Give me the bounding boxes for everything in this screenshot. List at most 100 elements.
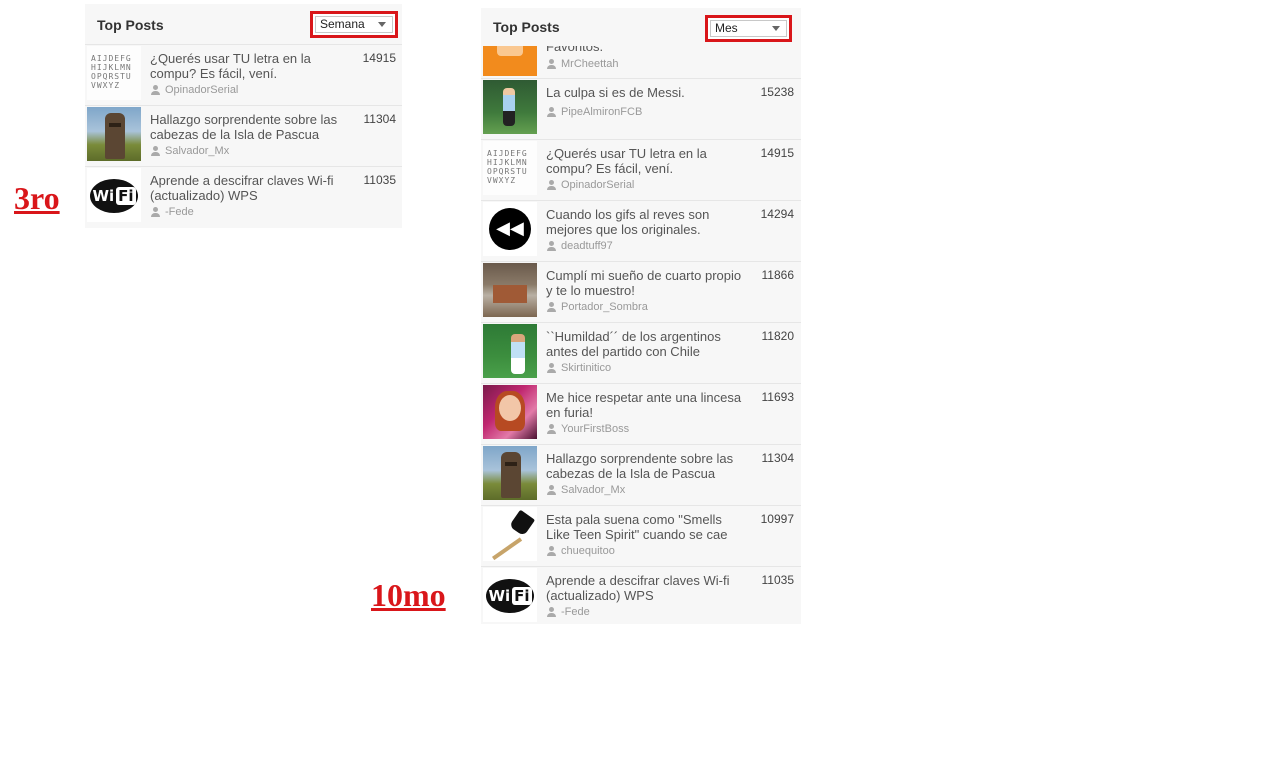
post-title[interactable]: ¿Querés usar TU letra en la compu? Es fá… bbox=[150, 51, 350, 81]
post-author[interactable]: MrCheettah bbox=[546, 58, 618, 70]
list-item[interactable]: ``Humildad´´ de los argentinos antes del… bbox=[481, 322, 801, 383]
period-select[interactable]: Mes bbox=[710, 20, 787, 37]
user-icon bbox=[151, 207, 160, 217]
thumbnail-image[interactable] bbox=[483, 263, 537, 317]
panel-title: Top Posts bbox=[493, 19, 560, 35]
post-title[interactable]: Hallazgo sorprendente sobre las cabezas … bbox=[546, 451, 746, 481]
post-author[interactable]: OpinadorSerial bbox=[150, 84, 238, 96]
period-select[interactable]: Semana bbox=[315, 16, 393, 33]
author-name: -Fede bbox=[561, 606, 590, 618]
post-score: 15238 bbox=[760, 85, 794, 99]
post-author[interactable]: YourFirstBoss bbox=[546, 423, 629, 435]
thumbnail-image[interactable] bbox=[483, 46, 537, 76]
thumbnail-image[interactable]: Wi Fi bbox=[87, 168, 141, 222]
post-score: 11820 bbox=[761, 329, 794, 343]
thumbnail-image[interactable] bbox=[87, 107, 141, 161]
rank-label-right: 10mo bbox=[371, 577, 446, 613]
period-select-value: Mes bbox=[715, 21, 738, 35]
user-icon bbox=[547, 424, 556, 434]
list-item[interactable]: La culpa si es de Messi. PipeAlmironFCB … bbox=[481, 78, 801, 139]
list-item[interactable]: Wi Fi Aprende a descifrar claves Wi-fi (a… bbox=[481, 566, 801, 624]
user-icon bbox=[547, 363, 556, 373]
post-author[interactable]: Portador_Sombra bbox=[546, 301, 648, 313]
post-author[interactable]: chuequitoo bbox=[546, 545, 615, 557]
post-title[interactable]: ¿Querés usar TU letra en la compu? Es fá… bbox=[546, 146, 746, 176]
post-score: 14915 bbox=[760, 146, 794, 160]
post-title[interactable]: Aprende a descifrar claves Wi-fi (actual… bbox=[150, 173, 350, 203]
post-title[interactable]: Hallazgo sorprendente sobre las cabezas … bbox=[150, 112, 350, 142]
thumbnail-image[interactable]: AIJDEFG HIJKLMN OPQRSTU VWXYZ bbox=[483, 141, 537, 195]
list-item[interactable]: Wi Fi Aprende a descifrar claves Wi-fi (a… bbox=[85, 166, 402, 227]
thumbnail-image[interactable]: Wi Fi bbox=[483, 568, 537, 622]
thumbnail-image[interactable]: ◀◀ bbox=[483, 202, 537, 256]
list-item[interactable]: Me hice respetar ante una lincesa en fur… bbox=[481, 383, 801, 444]
list-item-partial[interactable]: Favoritos. MrCheettah bbox=[481, 46, 801, 78]
list-item[interactable]: AIJDEFG HIJKLMN OPQRSTU VWXYZ ¿Querés us… bbox=[481, 139, 801, 200]
post-score: 11035 bbox=[761, 573, 794, 587]
author-name: PipeAlmironFCB bbox=[561, 106, 643, 118]
post-title[interactable]: Esta pala suena como "Smells Like Teen S… bbox=[546, 512, 746, 542]
post-title[interactable]: Me hice respetar ante una lincesa en fur… bbox=[546, 390, 746, 420]
post-author[interactable]: Salvador_Mx bbox=[150, 145, 229, 157]
list-item[interactable]: ◀◀ Cuando los gifs al reves son mejores … bbox=[481, 200, 801, 261]
post-author[interactable]: OpinadorSerial bbox=[546, 179, 634, 191]
list-item[interactable]: Esta pala suena como "Smells Like Teen S… bbox=[481, 505, 801, 566]
thumbnail-image[interactable] bbox=[483, 507, 537, 561]
post-score: 14915 bbox=[362, 51, 396, 65]
user-icon bbox=[151, 146, 160, 156]
post-score: 11866 bbox=[761, 268, 794, 282]
chevron-down-icon bbox=[772, 26, 780, 31]
user-icon bbox=[547, 241, 556, 251]
author-name: Skirtinitico bbox=[561, 362, 612, 374]
post-score: 11035 bbox=[363, 173, 396, 187]
thumbnail-image[interactable] bbox=[483, 324, 537, 378]
post-score: 11693 bbox=[761, 390, 794, 404]
wifi-logo-icon: Wi Fi bbox=[90, 179, 138, 213]
author-name: -Fede bbox=[165, 206, 194, 218]
user-icon bbox=[547, 546, 556, 556]
thumbnail-image[interactable] bbox=[483, 80, 537, 134]
panel-title: Top Posts bbox=[97, 17, 164, 33]
post-title[interactable]: ``Humildad´´ de los argentinos antes del… bbox=[546, 329, 746, 359]
user-icon bbox=[547, 485, 556, 495]
user-icon bbox=[547, 107, 556, 117]
top-posts-panel-week: Top Posts Semana AIJDEFG HIJKLMN OPQRSTU… bbox=[85, 4, 402, 228]
post-author[interactable]: Skirtinitico bbox=[546, 362, 611, 374]
list-item[interactable]: AIJDEFG HIJKLMN OPQRSTU VWXYZ ¿Querés us… bbox=[85, 44, 402, 105]
user-icon bbox=[547, 607, 556, 617]
post-author[interactable]: -Fede bbox=[546, 606, 590, 618]
author-name: OpinadorSerial bbox=[561, 179, 635, 191]
post-score: 14294 bbox=[760, 207, 794, 221]
author-name: OpinadorSerial bbox=[165, 84, 239, 96]
thumbnail-image[interactable] bbox=[483, 446, 537, 500]
list-item[interactable]: Hallazgo sorprendente sobre las cabezas … bbox=[481, 444, 801, 505]
period-select-value: Semana bbox=[320, 17, 365, 31]
post-title[interactable]: Favoritos. bbox=[546, 46, 746, 54]
list-item[interactable]: Hallazgo sorprendente sobre las cabezas … bbox=[85, 105, 402, 166]
panel-header: Top Posts Mes bbox=[481, 8, 801, 48]
post-score: 11304 bbox=[363, 112, 396, 126]
thumbnail-image[interactable]: AIJDEFG HIJKLMN OPQRSTU VWXYZ bbox=[87, 46, 141, 100]
author-name: Portador_Sombra bbox=[561, 301, 648, 313]
user-icon bbox=[547, 59, 556, 69]
user-icon bbox=[547, 302, 556, 312]
list-item[interactable]: Cumplí mi sueño de cuarto propio y te lo… bbox=[481, 261, 801, 322]
post-author[interactable]: deadtuff97 bbox=[546, 240, 613, 252]
top-posts-panel-month: Top Posts Mes Favoritos. MrCheettah La c… bbox=[481, 8, 801, 624]
author-name: Salvador_Mx bbox=[561, 484, 626, 496]
post-title[interactable]: Cuando los gifs al reves son mejores que… bbox=[546, 207, 746, 237]
post-author[interactable]: Salvador_Mx bbox=[546, 484, 625, 496]
wifi-logo-icon: Wi Fi bbox=[486, 579, 534, 613]
rank-label-left: 3ro bbox=[14, 180, 60, 216]
panel-header: Top Posts Semana bbox=[85, 4, 402, 44]
post-title[interactable]: La culpa si es de Messi. bbox=[546, 85, 746, 100]
post-author[interactable]: -Fede bbox=[150, 206, 194, 218]
post-author[interactable]: PipeAlmironFCB bbox=[546, 106, 642, 118]
post-title[interactable]: Cumplí mi sueño de cuarto propio y te lo… bbox=[546, 268, 746, 298]
thumbnail-image[interactable] bbox=[483, 385, 537, 439]
author-name: MrCheettah bbox=[561, 58, 619, 70]
post-title[interactable]: Aprende a descifrar claves Wi-fi (actual… bbox=[546, 573, 746, 603]
period-select-highlight: Semana bbox=[310, 11, 398, 38]
author-name: chuequitoo bbox=[561, 545, 615, 557]
user-icon bbox=[151, 85, 160, 95]
